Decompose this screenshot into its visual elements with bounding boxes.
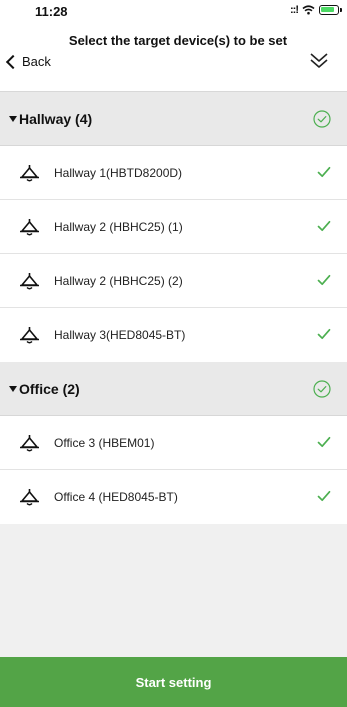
checkmark-icon: [317, 490, 331, 502]
ceiling-lamp-icon: [20, 219, 39, 236]
device-row[interactable]: Hallway 3(HED8045-BT): [0, 308, 347, 362]
nav-bar: Back Select the target device(s) to be s…: [0, 20, 347, 92]
wifi-icon: [302, 5, 315, 15]
checkmark-icon: [317, 436, 331, 448]
device-row[interactable]: Office 4 (HED8045-BT): [0, 470, 347, 524]
chevron-left-icon: [5, 54, 21, 69]
battery-icon: [319, 5, 342, 15]
ceiling-lamp-icon: [20, 165, 39, 182]
device-label: Office 4 (HED8045-BT): [54, 490, 178, 504]
device-row[interactable]: Office 3 (HBEM01): [0, 416, 347, 470]
device-row[interactable]: Hallway 1(HBTD8200D): [0, 146, 347, 200]
back-button[interactable]: Back: [5, 54, 51, 69]
group-devices: Hallway 1(HBTD8200D) Hallway 2 (HBHC25) …: [0, 146, 347, 362]
group-devices: Office 3 (HBEM01) Office 4 (HED8045-BT): [0, 416, 347, 524]
checkmark-icon: [317, 166, 331, 178]
group-title: Office (2): [19, 380, 80, 397]
device-row[interactable]: Hallway 2 (HBHC25) (2): [0, 254, 347, 308]
device-label: Hallway 1(HBTD8200D): [54, 166, 183, 180]
ceiling-lamp-icon: [20, 489, 39, 506]
signal-icon: ::!: [290, 4, 299, 16]
device-label: Hallway 3(HED8045-BT): [54, 328, 186, 342]
device-label: Office 3 (HBEM01): [54, 436, 155, 450]
checkmark-icon: [317, 274, 331, 286]
caret-down-icon: [9, 385, 17, 392]
group-title: Hallway (4): [19, 110, 93, 127]
status-icons: ::!: [290, 4, 342, 16]
ceiling-lamp-icon: [20, 273, 39, 290]
caret-down-icon: [9, 115, 17, 122]
group-header[interactable]: Office (2): [0, 362, 347, 416]
page-title: Select the target device(s) to be set: [68, 33, 288, 48]
back-label: Back: [22, 54, 51, 69]
device-label: Hallway 2 (HBHC25) (2): [54, 274, 183, 288]
device-label: Hallway 2 (HBHC25) (1): [54, 220, 183, 234]
device-group: Office (2) Office 3 (HBEM01) Office 4 (H…: [0, 362, 347, 524]
check-circle-icon[interactable]: [313, 380, 331, 398]
device-group: Hallway (4) Hallway 1(HBTD8200D) Hallway…: [0, 92, 347, 362]
device-list: Hallway (4) Hallway 1(HBTD8200D) Hallway…: [0, 92, 347, 524]
check-circle-icon[interactable]: [313, 110, 331, 128]
phone-screen: 11:28 ::! Back Select the target device(…: [0, 0, 347, 707]
status-bar: 11:28 ::!: [0, 0, 347, 20]
device-row[interactable]: Hallway 2 (HBHC25) (1): [0, 200, 347, 254]
ceiling-lamp-icon: [20, 327, 39, 344]
checkmark-icon: [317, 328, 331, 340]
status-time: 11:28: [35, 4, 68, 19]
ceiling-lamp-icon: [20, 435, 39, 452]
start-setting-button[interactable]: Start setting: [0, 657, 347, 707]
double-chevron-down-icon: [310, 53, 328, 68]
collapse-all-button[interactable]: [309, 48, 329, 72]
checkmark-icon: [317, 220, 331, 232]
group-header[interactable]: Hallway (4): [0, 92, 347, 146]
